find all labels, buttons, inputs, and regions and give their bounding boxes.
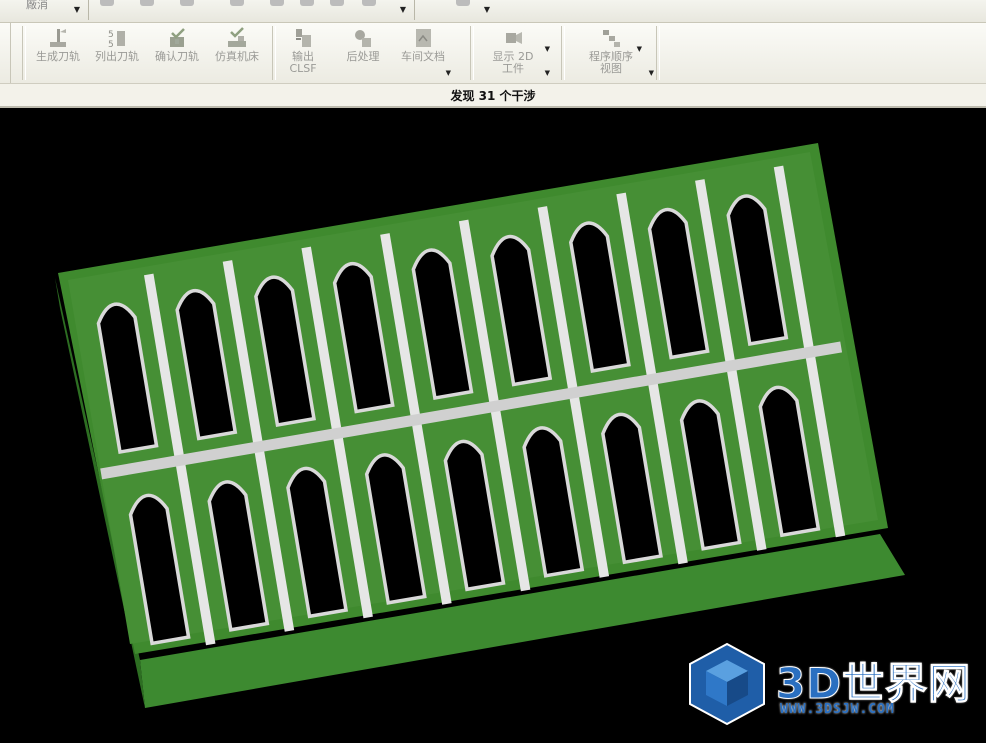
toolbar-icon[interactable] (270, 0, 284, 6)
chevron-down-icon[interactable]: ▼ (446, 69, 451, 77)
output-clsf-button[interactable]: 输出 CLSF (273, 25, 333, 81)
shop-docs-button[interactable]: 车间文档 ▼ (393, 25, 453, 81)
generate-toolpath-button[interactable]: 生成刀轨 (28, 25, 88, 81)
watermark: 3D世界网 WWW.3DSJW.COM (684, 640, 980, 730)
top-strip-cut-label: 廠消 (26, 0, 48, 11)
chevron-down-icon[interactable]: ▼ (649, 69, 654, 77)
chevron-down-icon[interactable]: ▼ (482, 4, 492, 16)
watermark-url: WWW.3DSJW.COM (780, 702, 895, 717)
generate-toolpath-icon (50, 29, 66, 47)
toolbar-icon[interactable] (180, 0, 194, 6)
program-order-view-button[interactable]: 程序顺序 视图 ▼ ▼ (566, 25, 656, 81)
verify-toolpath-icon (170, 28, 185, 47)
show-2d-workpiece-icon (506, 32, 522, 44)
chevron-down-icon[interactable]: ▼ (637, 45, 642, 53)
toolbar-icon[interactable] (140, 0, 154, 6)
toolbar-item-label: 程序顺序 视图 (589, 50, 633, 75)
toolbar-grip[interactable] (0, 23, 11, 83)
status-message: 发现 31 个干涉 (450, 89, 536, 103)
verify-toolpath-button[interactable]: 确认刀轨 (147, 25, 207, 81)
toolbar-item-label: 输出 CLSF (289, 50, 317, 75)
toolbar-icon[interactable] (362, 0, 376, 6)
toolbar-item-label: 显示 2D 工件 (492, 50, 534, 75)
chevron-down-icon[interactable]: ▼ (398, 4, 408, 16)
operation-toolbar: 生成刀轨 5 5 列出刀轨 确认刀轨 仿真机床 输出 CLSF 后处理 车间文档… (0, 23, 986, 84)
cube-logo-icon (689, 642, 765, 726)
postprocess-icon (355, 30, 371, 47)
toolbar-icon[interactable] (300, 0, 314, 6)
program-order-view-icon (603, 30, 620, 47)
toolbar-separator (414, 0, 415, 20)
toolbar-separator (88, 0, 89, 20)
toolbar-icon[interactable] (230, 0, 244, 6)
chevron-down-icon[interactable]: ▼ (545, 69, 550, 77)
toolbar-item-label: 确认刀轨 (155, 50, 199, 63)
show-2d-workpiece-button[interactable]: 显示 2D 工件 ▼ ▼ (474, 25, 552, 81)
toolbar-icon[interactable] (100, 0, 114, 6)
toolbar-item-label: 车间文档 (401, 50, 445, 63)
chevron-down-icon[interactable]: ▼ (545, 45, 550, 53)
svg-text:5: 5 (108, 30, 114, 40)
toolbar-item-label: 列出刀轨 (95, 50, 139, 63)
shop-docs-icon (416, 29, 431, 47)
toolbar-separator (561, 26, 565, 80)
toolbar-separator (22, 26, 26, 80)
toolbar-item-label: 仿真机床 (215, 50, 259, 63)
postprocess-button[interactable]: 后处理 (333, 25, 393, 81)
output-clsf-icon (296, 29, 311, 47)
toolbar-icon[interactable] (330, 0, 344, 6)
toolbar-item-label: 后处理 (346, 50, 380, 63)
chevron-down-icon[interactable]: ▼ (72, 4, 82, 16)
list-toolpath-icon: 5 5 (108, 30, 125, 49)
simulate-machine-button[interactable]: 仿真机床 (207, 25, 267, 81)
status-bar: 发现 31 个干涉 (0, 84, 986, 108)
list-toolpath-button[interactable]: 5 5 列出刀轨 (87, 25, 147, 81)
toolbar-item-label: 生成刀轨 (36, 50, 80, 63)
toolbar-separator (656, 26, 660, 80)
top-toolbar-strip: 廠消 ▼ ▼ ▼ (0, 0, 986, 23)
toolbar-icon[interactable] (456, 0, 470, 6)
simulate-machine-icon (228, 27, 246, 47)
svg-text:5: 5 (108, 40, 114, 49)
